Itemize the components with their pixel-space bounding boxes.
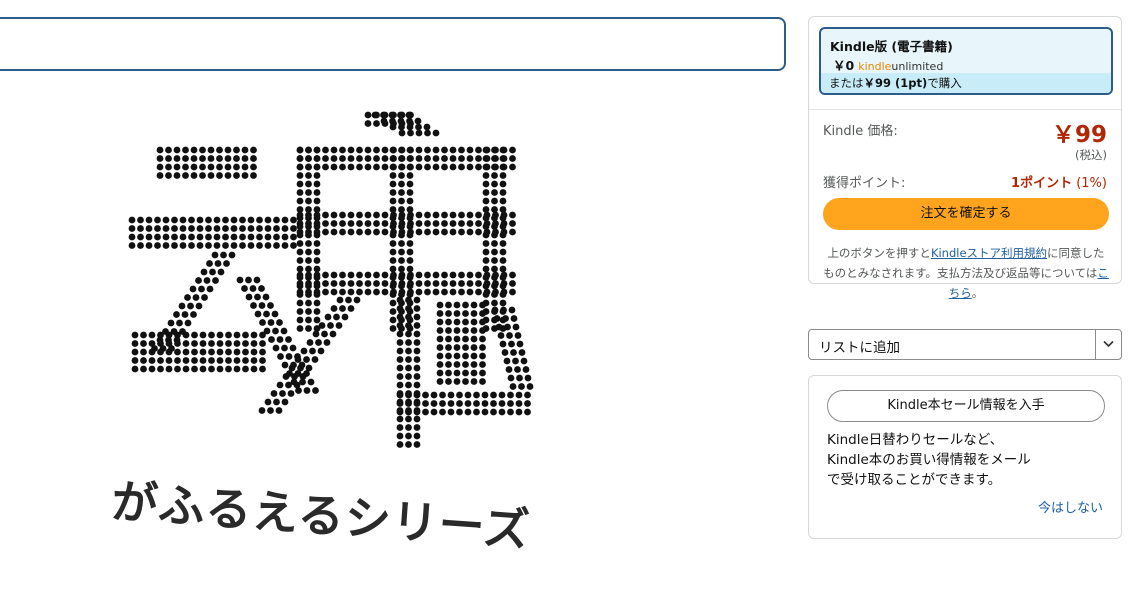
- sale-desc-line1: Kindle日替わりセールなど、: [827, 432, 1004, 448]
- format-price-row: ￥0 kindleunlimited: [833, 55, 943, 74]
- format-card-kindle[interactable]: Kindle版 (電子書籍) ￥0 kindleunlimited または￥99 …: [819, 27, 1113, 95]
- format-alt-price[interactable]: または￥99 (1pt)で購入: [821, 73, 1111, 93]
- tax-note: (税込): [1075, 148, 1107, 162]
- buy-now-button[interactable]: 注文を確定する: [823, 198, 1109, 230]
- terms-text: 上のボタンを押すとKindleストア利用規約に同意したものとみなされます。支払方…: [823, 243, 1109, 303]
- cover-tagline: がふるえるシリーズ: [109, 474, 532, 558]
- format-selector-bar[interactable]: [0, 17, 786, 71]
- kindle-unlimited-text: unlimited: [891, 60, 944, 73]
- add-to-list-label: リストに追加: [819, 340, 900, 356]
- add-to-list-arrow[interactable]: [1095, 330, 1121, 359]
- sale-info-box: Kindle本セール情報を入手 Kindle日替わりセールなど、 Kindle本…: [808, 375, 1122, 539]
- points-rate: (1%): [1076, 176, 1107, 191]
- alt-price: ￥99 (1pt): [863, 76, 928, 90]
- format-price: ￥0: [833, 58, 855, 73]
- points-amount: 1ポイント: [1011, 176, 1073, 191]
- price-label: Kindle 価格:: [823, 124, 898, 139]
- points-value: 1ポイント (1%): [1011, 172, 1107, 191]
- points-label: 獲得ポイント:: [823, 176, 906, 191]
- add-to-list-dropdown[interactable]: リストに追加: [808, 329, 1122, 360]
- sale-desc-line3: で受け取ることができます。: [827, 472, 1002, 488]
- alt-suffix: で購入: [927, 76, 962, 90]
- sale-info-description: Kindle日替わりセールなど、 Kindle本のお買い得情報をメール で受け取…: [827, 430, 1107, 490]
- kindle-store-terms-link[interactable]: Kindleストア利用規約: [931, 246, 1047, 260]
- sale-info-button[interactable]: Kindle本セール情報を入手: [827, 390, 1105, 422]
- alt-prefix: または: [829, 76, 864, 90]
- cover-title-glyph: [128, 111, 534, 448]
- not-now-link[interactable]: 今はしない: [1038, 497, 1103, 516]
- terms-part3: 。: [971, 286, 984, 300]
- buy-box: Kindle版 (電子書籍) ￥0 kindleunlimited または￥99 …: [808, 16, 1122, 300]
- buybox-divider: [809, 109, 1121, 110]
- format-title: Kindle版 (電子書籍): [830, 39, 953, 54]
- book-cover-image: がふるえるシリーズ: [100, 105, 570, 557]
- chevron-down-icon: [1103, 340, 1114, 348]
- price-value: ￥99: [1051, 122, 1107, 148]
- sale-desc-line2: Kindle本のお買い得情報をメール: [827, 452, 1031, 468]
- kindle-unlimited-logo: kindle: [858, 60, 892, 73]
- terms-part1: 上のボタンを押すと: [827, 246, 931, 260]
